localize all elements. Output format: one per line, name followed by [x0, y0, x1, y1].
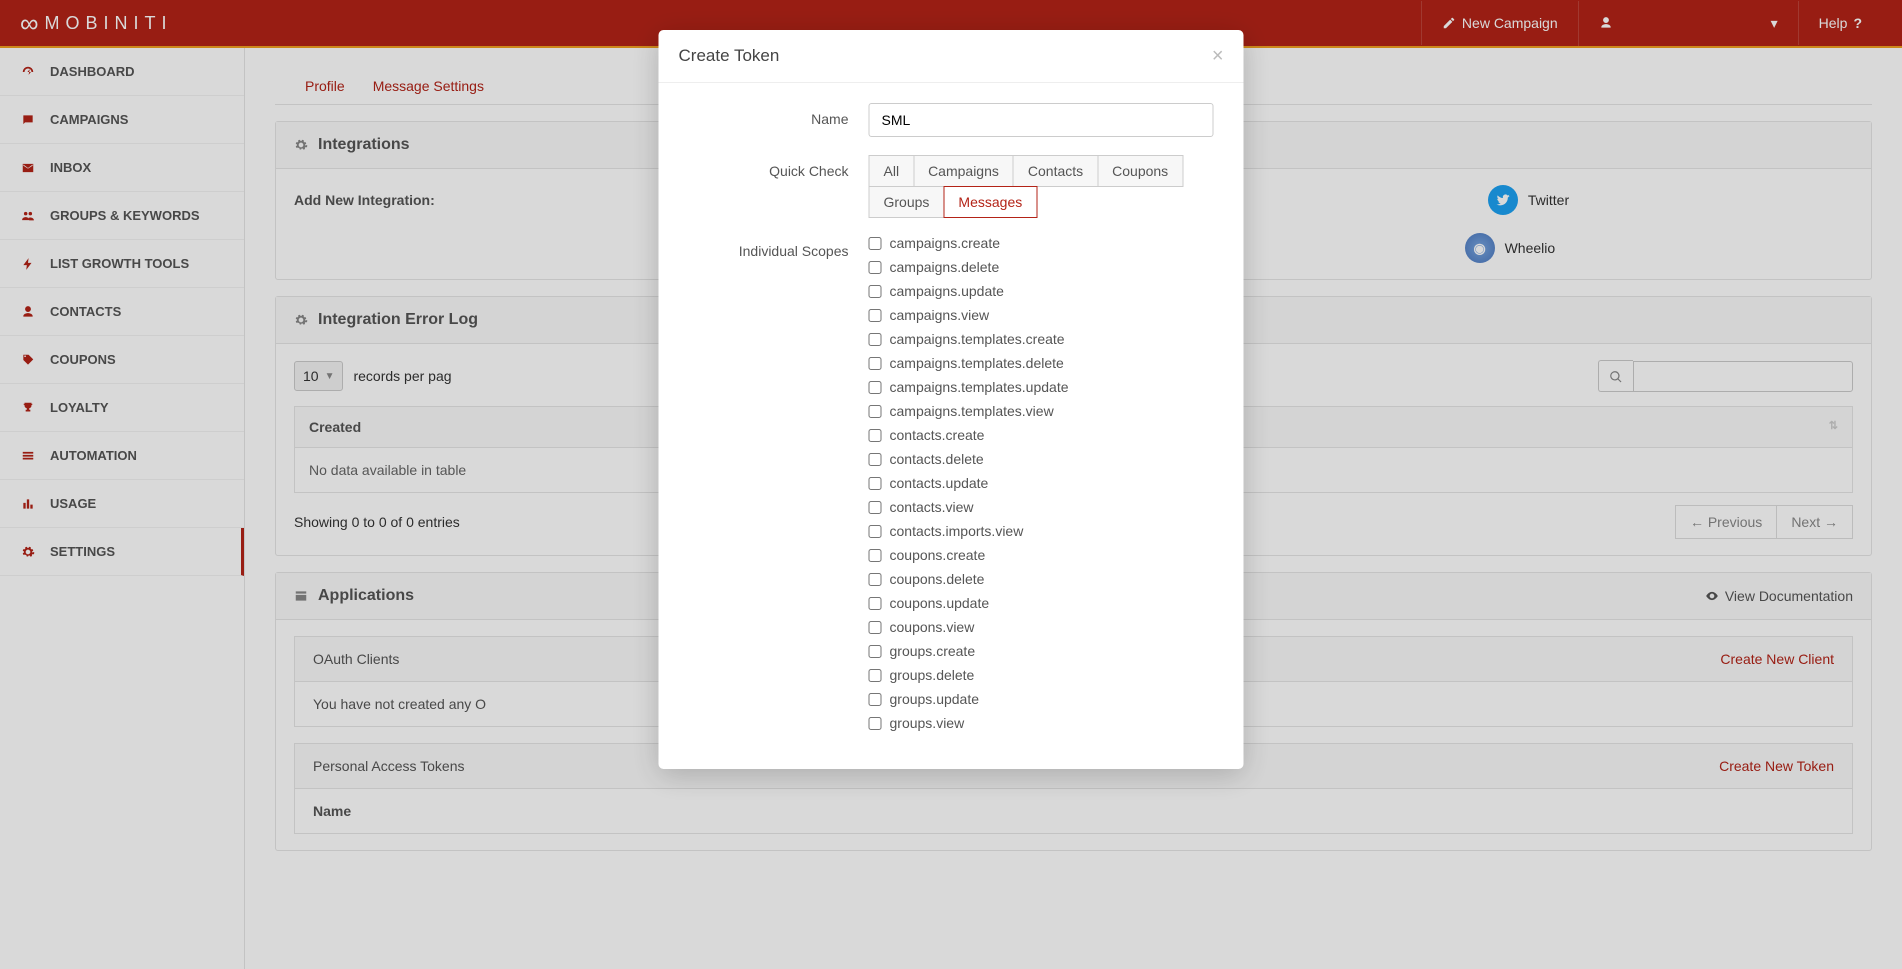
scope-checkbox[interactable] [869, 405, 882, 418]
scope-checkbox[interactable] [869, 717, 882, 730]
scope-checkbox[interactable] [869, 621, 882, 634]
scope-label: campaigns.view [890, 307, 990, 323]
scope-label: coupons.delete [890, 571, 985, 587]
scope-checkbox[interactable] [869, 357, 882, 370]
scope-checkbox[interactable] [869, 429, 882, 442]
scope-campaigns-delete[interactable]: campaigns.delete [869, 259, 1214, 275]
scope-label: coupons.update [890, 595, 990, 611]
quick-check-groups[interactable]: Groups [869, 186, 945, 218]
scope-label: contacts.view [890, 499, 974, 515]
scope-checkbox[interactable] [869, 453, 882, 466]
scope-checkbox[interactable] [869, 477, 882, 490]
scope-checkbox[interactable] [869, 669, 882, 682]
modal-title: Create Token [679, 46, 780, 66]
scope-label: coupons.view [890, 619, 975, 635]
scope-contacts-imports-view[interactable]: contacts.imports.view [869, 523, 1214, 539]
scope-checkbox[interactable] [869, 525, 882, 538]
quick-check-campaigns[interactable]: Campaigns [913, 155, 1014, 187]
scope-checkbox[interactable] [869, 309, 882, 322]
scope-label: campaigns.update [890, 283, 1004, 299]
scope-checkbox[interactable] [869, 261, 882, 274]
scope-campaigns-templates-delete[interactable]: campaigns.templates.delete [869, 355, 1214, 371]
scope-checkbox[interactable] [869, 237, 882, 250]
scope-label: groups.create [890, 643, 976, 659]
scope-label: groups.view [890, 715, 965, 731]
scope-checkbox[interactable] [869, 381, 882, 394]
token-name-input[interactable] [869, 103, 1214, 137]
scope-coupons-view[interactable]: coupons.view [869, 619, 1214, 635]
scopes-label: Individual Scopes [689, 235, 869, 731]
scope-campaigns-templates-view[interactable]: campaigns.templates.view [869, 403, 1214, 419]
scope-checkbox[interactable] [869, 285, 882, 298]
quick-check-messages[interactable]: Messages [943, 186, 1037, 218]
scope-contacts-view[interactable]: contacts.view [869, 499, 1214, 515]
scope-label: groups.update [890, 691, 980, 707]
quick-check-group: AllCampaignsContactsCoupons GroupsMessage… [869, 155, 1214, 217]
scope-checkbox[interactable] [869, 573, 882, 586]
scope-groups-create[interactable]: groups.create [869, 643, 1214, 659]
scope-label: contacts.create [890, 427, 985, 443]
scope-label: campaigns.templates.delete [890, 355, 1064, 371]
quick-check-contacts[interactable]: Contacts [1013, 155, 1098, 187]
scope-campaigns-templates-update[interactable]: campaigns.templates.update [869, 379, 1214, 395]
scope-label: groups.delete [890, 667, 975, 683]
scopes-list: campaigns.create campaigns.delete campaign… [869, 235, 1214, 731]
scope-checkbox[interactable] [869, 645, 882, 658]
scope-label: coupons.create [890, 547, 986, 563]
scope-campaigns-update[interactable]: campaigns.update [869, 283, 1214, 299]
scope-campaigns-view[interactable]: campaigns.view [869, 307, 1214, 323]
scope-contacts-update[interactable]: contacts.update [869, 475, 1214, 491]
scope-checkbox[interactable] [869, 501, 882, 514]
scope-label: campaigns.templates.update [890, 379, 1069, 395]
scope-coupons-create[interactable]: coupons.create [869, 547, 1214, 563]
scope-checkbox[interactable] [869, 549, 882, 562]
scope-coupons-update[interactable]: coupons.update [869, 595, 1214, 611]
scope-campaigns-create[interactable]: campaigns.create [869, 235, 1214, 251]
scope-groups-view[interactable]: groups.view [869, 715, 1214, 731]
scope-groups-delete[interactable]: groups.delete [869, 667, 1214, 683]
scope-checkbox[interactable] [869, 333, 882, 346]
scope-contacts-create[interactable]: contacts.create [869, 427, 1214, 443]
scope-label: contacts.delete [890, 451, 984, 467]
scope-label: contacts.imports.view [890, 523, 1024, 539]
scope-label: campaigns.templates.view [890, 403, 1054, 419]
scope-label: campaigns.templates.create [890, 331, 1065, 347]
scope-label: contacts.update [890, 475, 989, 491]
quick-check-all[interactable]: All [869, 155, 915, 187]
modal-close-button[interactable]: × [1212, 46, 1224, 66]
create-token-modal: Create Token × Name Quick Check AllCampa… [659, 30, 1244, 769]
scope-label: campaigns.delete [890, 259, 1000, 275]
scope-campaigns-templates-create[interactable]: campaigns.templates.create [869, 331, 1214, 347]
scope-coupons-delete[interactable]: coupons.delete [869, 571, 1214, 587]
scope-label: campaigns.create [890, 235, 1001, 251]
scope-checkbox[interactable] [869, 597, 882, 610]
scope-groups-update[interactable]: groups.update [869, 691, 1214, 707]
scope-checkbox[interactable] [869, 693, 882, 706]
quick-check-coupons[interactable]: Coupons [1097, 155, 1183, 187]
quickcheck-label: Quick Check [689, 155, 869, 217]
name-label: Name [689, 103, 869, 137]
scope-contacts-delete[interactable]: contacts.delete [869, 451, 1214, 467]
